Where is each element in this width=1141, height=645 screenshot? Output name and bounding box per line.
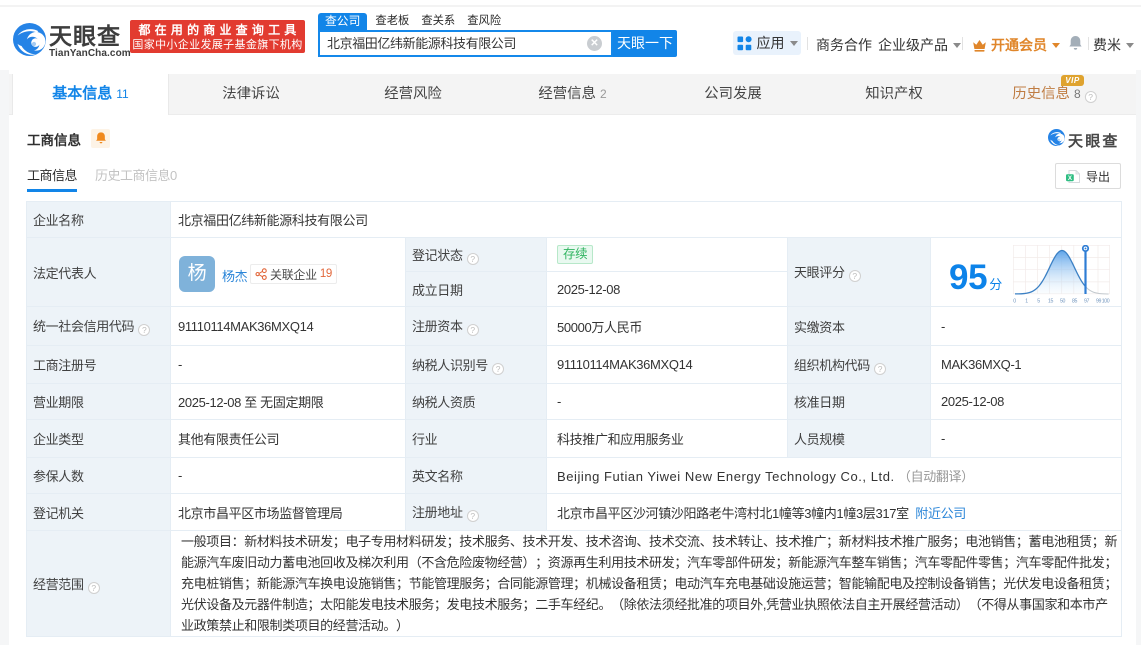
svg-text:1: 1 xyxy=(1025,299,1028,305)
svg-text:0: 0 xyxy=(1013,299,1016,305)
svg-text:100: 100 xyxy=(1102,299,1110,305)
svg-text:99: 99 xyxy=(1096,299,1102,305)
svg-text:15: 15 xyxy=(1048,299,1054,305)
svg-text:5: 5 xyxy=(1037,299,1040,305)
svg-text:97: 97 xyxy=(1084,299,1090,305)
svg-text:50: 50 xyxy=(1060,299,1066,305)
svg-text:85: 85 xyxy=(1072,299,1078,305)
